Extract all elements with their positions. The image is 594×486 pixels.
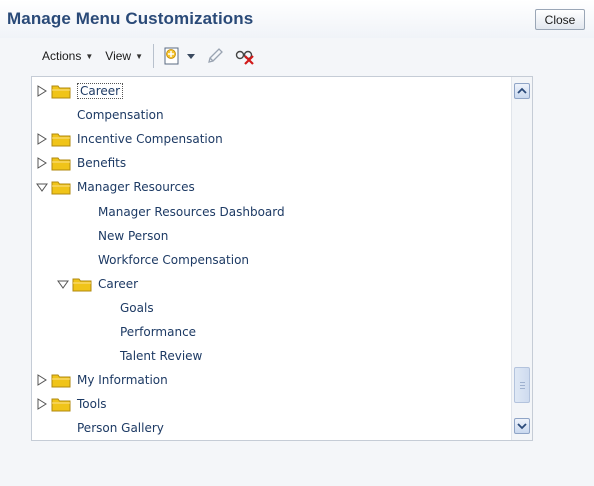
tree-folder-row[interactable]: Tools [32, 393, 513, 415]
folder-icon [51, 131, 71, 147]
tree-leaf-row[interactable]: Workforce Compensation [32, 249, 532, 271]
tree-folder-row[interactable]: Career [32, 273, 532, 295]
dialog-header: Manage Menu Customizations Close [0, 0, 594, 38]
create-dropdown-icon[interactable] [186, 51, 196, 61]
tree-folder-row[interactable]: Incentive Compensation [32, 128, 513, 150]
tree-item-label: Career [77, 83, 124, 99]
tree-leaf-row[interactable]: Goals [32, 297, 532, 319]
tree-leaf-row[interactable]: Person Gallery [32, 417, 532, 439]
create-icon[interactable] [162, 46, 182, 66]
menu-tree: Career Compensation Incentive Compensation… [31, 76, 533, 441]
folder-icon [51, 155, 71, 171]
folder-icon [72, 276, 92, 292]
tree-item-label: Tools [77, 397, 107, 412]
tree-item-label: New Person [98, 228, 169, 243]
collapsed-triangle-icon[interactable] [35, 85, 49, 97]
tree-item-label: Manager Resources Dashboard [98, 204, 285, 219]
tree-leaf-row[interactable]: Performance [32, 321, 532, 343]
vertical-scrollbar[interactable] [511, 77, 532, 440]
expanded-triangle-icon[interactable] [56, 278, 70, 290]
folder-icon [51, 372, 71, 388]
tree-item-label: Manager Resources [77, 180, 195, 195]
actions-menu-label: Actions [42, 49, 82, 63]
toolbar-divider [153, 44, 154, 68]
tree-item-label: My Information [77, 373, 168, 388]
folder-icon [51, 179, 71, 195]
chevron-down-icon [517, 423, 527, 430]
tree-leaf-row[interactable]: New Person [32, 225, 532, 247]
edit-pencil-icon[interactable] [206, 47, 224, 65]
tree-leaf-row[interactable]: Manager Resources Dashboard [32, 201, 532, 223]
tree-item-label: Benefits [77, 156, 127, 171]
tree-leaf-row[interactable]: Talent Review [32, 345, 532, 367]
tree-folder-row[interactable]: Benefits [32, 152, 513, 174]
chevron-down-icon: ▼ [135, 51, 143, 61]
tree-leaf-row[interactable]: Compensation [32, 104, 532, 126]
tree-folder-row[interactable]: Career [32, 80, 513, 102]
collapsed-triangle-icon[interactable] [35, 398, 49, 411]
actions-menu[interactable]: Actions ▼ [42, 49, 93, 63]
scroll-thumb[interactable] [514, 367, 530, 403]
tree-rows: Career Compensation Incentive Compensation… [32, 77, 512, 440]
tree-item-label: Career [98, 276, 139, 291]
collapsed-triangle-icon[interactable] [35, 374, 49, 387]
folder-icon [51, 83, 71, 99]
collapsed-triangle-icon[interactable] [35, 157, 49, 170]
chevron-down-icon: ▼ [85, 51, 94, 61]
collapsed-triangle-icon[interactable] [35, 133, 49, 146]
tree-item-label: Talent Review [120, 349, 203, 364]
scroll-down-button[interactable] [514, 418, 530, 434]
folder-icon [51, 396, 71, 412]
dialog-title: Manage Menu Customizations [7, 9, 254, 28]
scroll-up-button[interactable] [514, 83, 530, 99]
tree-item-label: Person Gallery [77, 421, 164, 436]
tree-item-label: Compensation [77, 108, 164, 123]
hide-delete-icon[interactable] [234, 47, 256, 65]
tree-item-label: Incentive Compensation [77, 132, 223, 147]
view-menu[interactable]: View ▼ [105, 49, 143, 63]
close-button[interactable]: Close [535, 9, 585, 30]
tree-item-label: Workforce Compensation [98, 252, 250, 267]
view-menu-label: View [105, 49, 132, 63]
tree-item-label: Performance [120, 325, 197, 339]
expanded-triangle-icon[interactable] [35, 181, 49, 193]
toolbar: Actions ▼ View ▼ [32, 41, 256, 71]
tree-folder-row[interactable]: Manager Resources [32, 176, 513, 198]
chevron-up-icon [517, 87, 527, 94]
tree-folder-row[interactable]: My Information [32, 369, 513, 391]
tree-item-label: Goals [120, 300, 154, 315]
